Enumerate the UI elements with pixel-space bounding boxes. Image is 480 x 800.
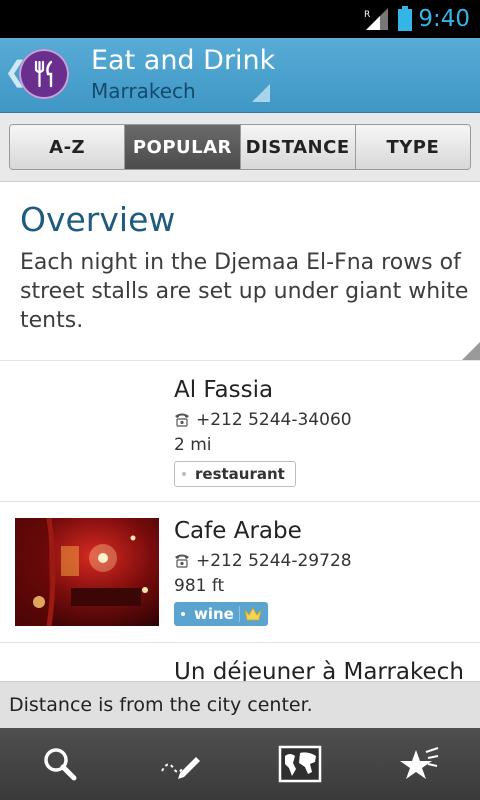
location-subtitle[interactable]: Marrakech: [91, 78, 196, 104]
crown-icon: [244, 607, 262, 621]
list-item[interactable]: Cafe Arabe +212 5244-29728 981 ft wine: [0, 502, 480, 643]
list-item[interactable]: Al Fassia +212 5244-34060 2 mi restauran…: [0, 361, 480, 502]
page-title: Eat and Drink: [91, 45, 276, 76]
tab-distance[interactable]: DISTANCE: [240, 125, 356, 169]
dropdown-corner-icon[interactable]: [252, 84, 270, 102]
sort-tabs-area: A-Z POPULAR DISTANCE TYPE: [0, 113, 480, 182]
battery-icon: [398, 6, 412, 31]
tag-label: restaurant: [195, 465, 285, 483]
search-icon: [44, 748, 77, 781]
tag-hole-icon: [182, 472, 186, 476]
place-name: Al Fassia: [174, 377, 274, 403]
distance-note-text: Distance is from the city center.: [9, 694, 313, 716]
bottom-action-bar: [0, 728, 480, 800]
phone-icon: [175, 413, 189, 427]
phone-icon: [175, 554, 189, 568]
distance-note: Distance is from the city center.: [0, 681, 480, 729]
fork-knife-icon[interactable]: [19, 49, 69, 99]
signal-icon: R: [364, 8, 388, 30]
place-distance: 2 mi: [174, 435, 212, 455]
tab-popular[interactable]: POPULAR: [125, 125, 241, 169]
tab-a-z[interactable]: A-Z: [10, 125, 126, 169]
status-time: 9:40: [418, 6, 470, 32]
overview-section[interactable]: Overview Each night in the Djemaa El-Fna…: [0, 182, 480, 361]
overview-heading: Overview: [20, 200, 176, 239]
notes-button[interactable]: [120, 728, 240, 800]
star-icon: [400, 747, 439, 779]
svg-text:R: R: [364, 10, 370, 20]
favorites-button[interactable]: [360, 728, 480, 800]
tag-label: wine: [194, 605, 234, 623]
pen-icon: [161, 757, 200, 779]
place-photo: [15, 518, 159, 626]
tag-hole-icon: [181, 612, 185, 616]
map-icon: [278, 745, 322, 783]
tag-divider: [238, 606, 240, 622]
app-header: ❮ Eat and Drink Marrakech: [0, 38, 480, 113]
overview-text: Each night in the Djemaa El-Fna rows of …: [20, 250, 469, 333]
place-name: Cafe Arabe: [174, 518, 302, 544]
search-button[interactable]: [0, 728, 120, 800]
category-tag: restaurant: [174, 461, 296, 487]
place-phone[interactable]: +212 5244-29728: [196, 550, 352, 572]
sort-tab-bar: A-Z POPULAR DISTANCE TYPE: [9, 124, 471, 170]
category-tag: wine: [174, 602, 268, 626]
expand-corner-icon[interactable]: [462, 342, 480, 360]
status-bar: R 9:40: [0, 0, 480, 38]
tab-type[interactable]: TYPE: [355, 125, 470, 169]
map-button[interactable]: [240, 728, 360, 800]
place-distance: 981 ft: [174, 576, 225, 596]
place-phone[interactable]: +212 5244-34060: [196, 409, 352, 431]
